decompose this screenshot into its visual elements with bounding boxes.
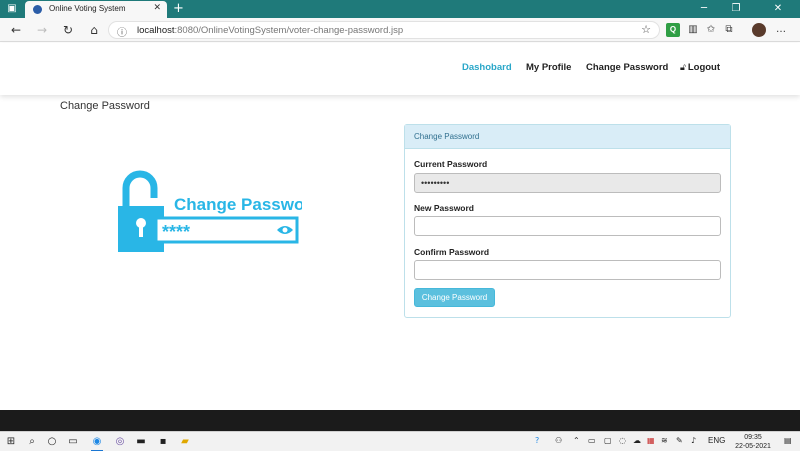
extensions-icon[interactable] (734, 23, 748, 37)
minimize-icon[interactable]: ─ (690, 1, 718, 17)
site-info-icon[interactable]: ⓘ (117, 24, 127, 39)
extension-q-icon[interactable]: Q (666, 23, 680, 37)
edge-browser-icon[interactable]: ◉ (90, 435, 104, 451)
battery-icon[interactable]: ▭ (588, 436, 596, 445)
forward-icon[interactable]: → (34, 22, 50, 38)
favorites-icon[interactable]: ✩ (704, 23, 718, 37)
window-close-icon[interactable]: ✕ (764, 1, 792, 17)
new-tab-icon[interactable]: + (173, 1, 184, 16)
url-input[interactable]: ⓘ localhost:8080/OnlineVotingSystem/vote… (108, 21, 660, 39)
logout-label: Logout (687, 62, 721, 73)
nav-logout-link[interactable]: 🔓︎ Logout (680, 62, 720, 73)
padlock-shackle (122, 170, 158, 206)
page-footer (0, 410, 800, 431)
panel-title: Change Password (405, 125, 730, 149)
system-clock[interactable]: 09:35 22-05-2021 (733, 433, 773, 451)
volume-icon[interactable]: ♪ (691, 436, 696, 445)
search-icon[interactable]: ⌕ (25, 435, 39, 449)
tab-close-icon[interactable]: ✕ (153, 3, 161, 13)
site-navbar: Dashobard My Profile Change Password 🔓︎ L… (0, 43, 800, 95)
lock-icon: 🔓︎ (680, 63, 686, 73)
current-password-label: Current Password (414, 159, 488, 169)
help-icon[interactable]: ? (535, 436, 539, 445)
nav-my-profile-link[interactable]: My Profile (526, 62, 571, 73)
language-indicator[interactable]: ENG (708, 436, 725, 445)
change-password-panel: Change Password Current Password New Pas… (404, 124, 731, 318)
tab-title: Online Voting System (49, 4, 126, 13)
change-password-button[interactable]: Change Password (414, 288, 495, 307)
show-hidden-icons[interactable]: ⌃ (573, 436, 580, 445)
url-path: :8080/OnlineVotingSystem/voter-change-pa… (174, 25, 404, 36)
nav-dashboard-link[interactable]: Dashobard (462, 62, 512, 73)
tab-actions-icon[interactable]: ▣ (6, 3, 18, 15)
eclipse-icon[interactable]: ◎ (113, 435, 127, 449)
back-icon[interactable]: ← (8, 22, 24, 38)
illustration-mask: **** (162, 222, 190, 242)
people-icon[interactable]: ⚇ (555, 436, 562, 445)
change-password-illustration: Change Password **** (118, 170, 302, 252)
windows-start-icon[interactable]: ⊞ (4, 435, 18, 449)
terminal-icon[interactable]: ▬ (134, 435, 148, 449)
notifications-icon[interactable]: ▤ (784, 436, 792, 445)
home-icon[interactable]: ⌂ (86, 22, 102, 38)
restore-icon[interactable]: ❐ (722, 1, 750, 17)
onedrive-icon[interactable]: ☁ (633, 436, 641, 445)
nav-change-password-link[interactable]: Change Password (586, 62, 668, 73)
new-password-field[interactable] (414, 216, 721, 236)
confirm-password-field[interactable] (414, 260, 721, 280)
new-password-label: New Password (414, 203, 474, 213)
url-host: localhost (137, 25, 175, 36)
browser-tab[interactable]: Online Voting System ✕ (25, 1, 167, 18)
wifi-icon[interactable]: ≋ (661, 436, 668, 445)
browser-titlebar: ▣ Online Voting System ✕ + ─ ❐ ✕ (0, 0, 800, 18)
current-password-field[interactable] (414, 173, 721, 193)
refresh-icon[interactable]: ↻ (60, 22, 76, 38)
address-bar-row: ← → ↻ ⌂ ⓘ localhost:8080/OnlineVotingSys… (0, 18, 800, 42)
url-text: localhost:8080/OnlineVotingSystem/voter-… (137, 25, 403, 36)
task-view-icon[interactable]: ▭ (66, 435, 80, 449)
display-icon[interactable]: ▢ (604, 436, 612, 445)
tab-favicon-icon (33, 5, 42, 14)
pen-icon[interactable]: ✎ (676, 436, 683, 445)
antivirus-icon[interactable]: ▦ (647, 436, 655, 445)
favorite-star-icon[interactable]: ☆ (641, 23, 651, 36)
clock-date: 22-05-2021 (735, 443, 771, 450)
illustration-title: Change Password (174, 195, 302, 214)
cortana-icon[interactable]: ○ (45, 435, 59, 449)
network-icon[interactable]: ◌ (619, 436, 626, 445)
confirm-password-label: Confirm Password (414, 247, 490, 257)
profile-avatar[interactable] (752, 23, 766, 37)
more-menu-icon[interactable]: … (774, 23, 788, 37)
page-title: Change Password (60, 100, 150, 112)
file-explorer-icon[interactable]: ▰ (178, 435, 192, 449)
clock-time: 09:35 (744, 434, 762, 441)
extension-panel-icon[interactable]: ▥ (686, 23, 700, 37)
console-icon[interactable]: ▪ (156, 435, 170, 449)
windows-taskbar: ⊞ ⌕ ○ ▭ ◉ ◎ ▬ ▪ ▰ ? ⚇ ⌃ ▭ ▢ ◌ ☁ ▦ ≋ ✎ ♪ … (0, 431, 800, 451)
